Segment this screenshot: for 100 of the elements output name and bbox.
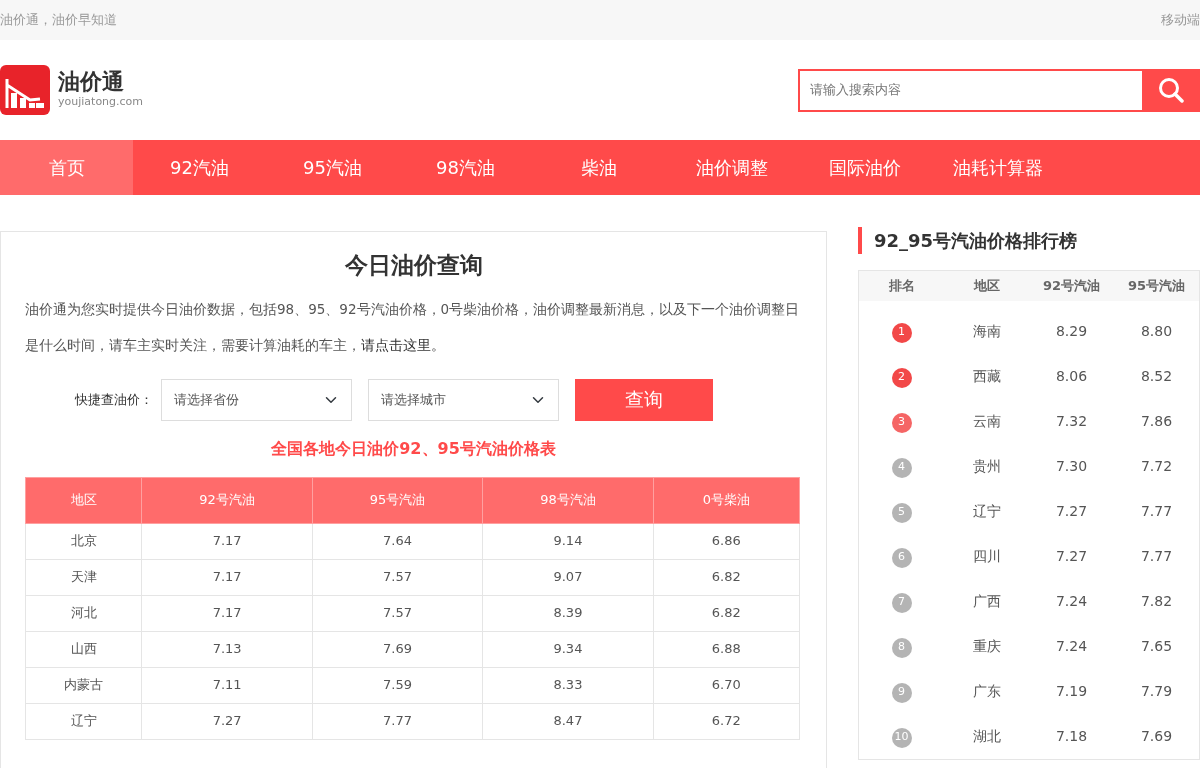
table-cell: 内蒙古 bbox=[25, 667, 142, 703]
table-cell: 9.07 bbox=[482, 559, 654, 595]
rank-badge: 1 bbox=[891, 322, 912, 343]
quick-label: 快捷查油价： bbox=[74, 390, 153, 409]
nav-tab[interactable]: 油耗计算器 bbox=[931, 140, 1064, 195]
search-icon bbox=[1158, 77, 1184, 103]
table-cell: 河北 bbox=[25, 595, 142, 631]
city-dropdown[interactable]: 请选择城市 bbox=[367, 378, 559, 421]
table-cell: 7.17 bbox=[141, 559, 313, 595]
table-cell: 7.11 bbox=[141, 667, 313, 703]
search-field[interactable]: 请输入搜索内容 bbox=[798, 68, 1142, 112]
column-header: 92号汽油 bbox=[1042, 278, 1101, 294]
region-name: 西藏 bbox=[972, 368, 1001, 384]
table-cell: 6.70 bbox=[653, 667, 800, 703]
logo-name: 油价通 bbox=[58, 69, 125, 94]
price-value: 8.80 bbox=[1140, 323, 1173, 339]
rank-badge: 6 bbox=[891, 547, 912, 568]
column-header: 排名 bbox=[888, 278, 915, 294]
table-cell: 7.57 bbox=[312, 595, 483, 631]
price-value: 7.24 bbox=[1055, 593, 1088, 609]
price-value: 8.29 bbox=[1055, 323, 1088, 339]
logo-chart-icon[interactable] bbox=[0, 65, 50, 115]
column-header: 95号汽油 bbox=[1127, 278, 1186, 294]
region-name: 广东 bbox=[972, 683, 1001, 699]
rank-badge: 9 bbox=[891, 682, 912, 703]
table-cell: 7.64 bbox=[312, 523, 483, 559]
price-value: 7.65 bbox=[1140, 638, 1173, 654]
price-value: 7.82 bbox=[1140, 593, 1173, 609]
rank-badge: 8 bbox=[891, 637, 912, 658]
nav-tab[interactable]: 98汽油 bbox=[399, 140, 532, 195]
column-header: 0号柴油 bbox=[653, 477, 800, 523]
logo-domain: youjiatong.com bbox=[58, 93, 144, 110]
price-value: 7.24 bbox=[1055, 638, 1088, 654]
region-name: 重庆 bbox=[972, 638, 1001, 654]
query-button[interactable]: 查询 bbox=[574, 378, 713, 421]
price-value: 7.72 bbox=[1140, 458, 1173, 474]
column-header: 92号汽油 bbox=[141, 477, 313, 523]
table-cell: 天津 bbox=[25, 559, 142, 595]
price-value: 7.19 bbox=[1055, 683, 1088, 699]
slogan: 油价通，油价早知道 bbox=[0, 11, 117, 30]
table-cell: 8.47 bbox=[482, 703, 654, 739]
price-value: 7.86 bbox=[1140, 413, 1173, 429]
rank-badge: 3 bbox=[891, 412, 912, 433]
nav-tab[interactable]: 国际油价 bbox=[798, 140, 931, 195]
search-button[interactable] bbox=[1142, 68, 1200, 112]
table-cell: 8.33 bbox=[482, 667, 654, 703]
nav-tab[interactable]: 油价调整 bbox=[665, 140, 798, 195]
price-value: 7.30 bbox=[1055, 458, 1088, 474]
table-cell: 9.34 bbox=[482, 631, 654, 667]
rank-badge: 2 bbox=[891, 367, 912, 388]
nav-tab[interactable]: 95汽油 bbox=[266, 140, 399, 195]
region-name: 海南 bbox=[972, 323, 1001, 339]
table-cell: 6.82 bbox=[653, 595, 800, 631]
column-header: 95号汽油 bbox=[312, 477, 483, 523]
region-name: 云南 bbox=[972, 413, 1001, 429]
region-name: 辽宁 bbox=[972, 503, 1001, 519]
table-cell: 辽宁 bbox=[25, 703, 142, 739]
price-value: 7.18 bbox=[1055, 728, 1088, 744]
intro-text: 油价通为您实时提供今日油价数据，包括98、95、92号汽油价格，0号柴油价格，油价调整最新消息，以及下一个油价调整日是什么时间，请车主实时关注，需要计算油耗的车主，请点击这里。 bbox=[25, 299, 801, 355]
panel-title: 今日油价查询 bbox=[344, 252, 483, 278]
table-cell: 7.27 bbox=[141, 703, 313, 739]
table-cell: 7.57 bbox=[312, 559, 483, 595]
table-cell: 7.59 bbox=[312, 667, 483, 703]
column-header: 98号汽油 bbox=[482, 477, 654, 523]
price-value: 7.27 bbox=[1055, 548, 1088, 564]
rank-badge: 7 bbox=[891, 592, 912, 613]
rank-badge: 5 bbox=[891, 502, 912, 523]
ranking-title: 92_95号汽油价格排行榜 bbox=[874, 230, 1078, 251]
price-value: 8.52 bbox=[1140, 368, 1173, 384]
table-cell: 7.77 bbox=[312, 703, 483, 739]
price-value: 7.79 bbox=[1140, 683, 1173, 699]
intro-link[interactable]: 请点击这里。 bbox=[361, 336, 445, 353]
table-cell: 6.86 bbox=[653, 523, 800, 559]
price-value: 7.27 bbox=[1055, 503, 1088, 519]
table-cell: 山西 bbox=[25, 631, 142, 667]
mobile-link[interactable]: 移动端 bbox=[1161, 10, 1200, 30]
table-cell: 7.17 bbox=[141, 595, 313, 631]
table-cell: 9.14 bbox=[482, 523, 654, 559]
nav-tab[interactable]: 92汽油 bbox=[133, 140, 266, 195]
table-cell: 6.72 bbox=[653, 703, 800, 739]
table-cell: 8.39 bbox=[482, 595, 654, 631]
price-value: 7.77 bbox=[1140, 548, 1173, 564]
column-header: 地区 bbox=[25, 477, 142, 523]
table-cell: 7.13 bbox=[141, 631, 313, 667]
rank-badge: 10 bbox=[891, 727, 912, 748]
province-dropdown[interactable]: 请选择省份 bbox=[160, 378, 352, 421]
table-cell: 7.17 bbox=[141, 523, 313, 559]
region-name: 广西 bbox=[972, 593, 1001, 609]
nav-tab[interactable]: 首页 bbox=[0, 140, 133, 195]
table-title: 全国各地今日油价92、95号汽油价格表 bbox=[271, 438, 556, 458]
price-value: 7.77 bbox=[1140, 503, 1173, 519]
price-value: 7.69 bbox=[1140, 728, 1173, 744]
region-name: 贵州 bbox=[972, 458, 1001, 474]
region-name: 湖北 bbox=[972, 728, 1001, 744]
region-name: 四川 bbox=[972, 548, 1001, 564]
table-cell: 6.88 bbox=[653, 631, 800, 667]
rank-badge: 4 bbox=[891, 457, 912, 478]
column-header: 地区 bbox=[973, 278, 1000, 294]
price-value: 8.06 bbox=[1055, 368, 1088, 384]
nav-tab[interactable]: 柴油 bbox=[532, 140, 665, 195]
